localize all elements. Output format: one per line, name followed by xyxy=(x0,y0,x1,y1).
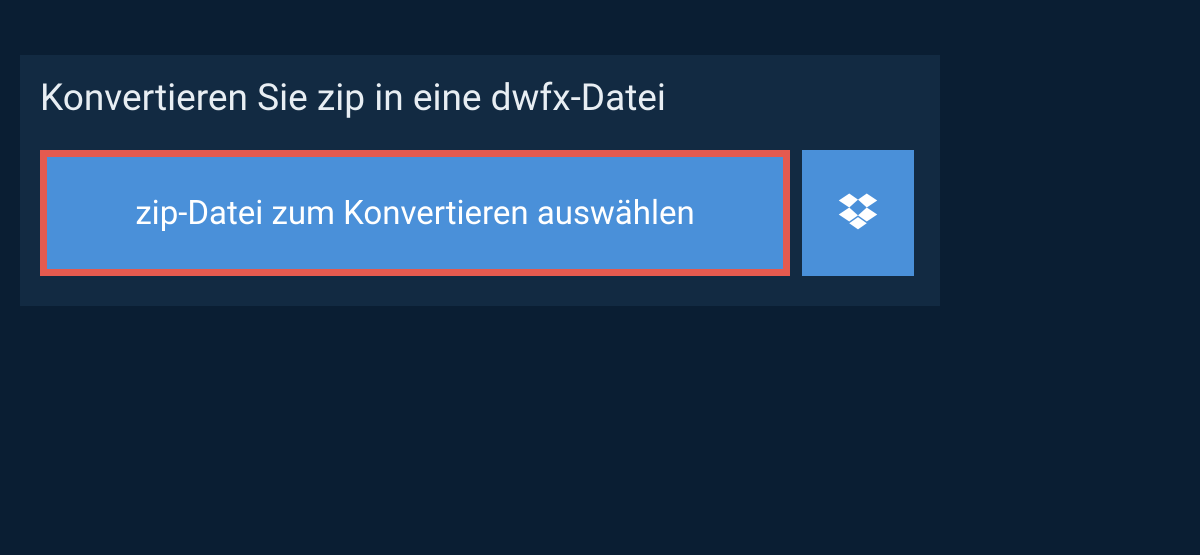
page-title: Konvertieren Sie zip in eine dwfx-Datei xyxy=(20,55,940,150)
dropbox-icon xyxy=(837,190,879,236)
button-row: zip-Datei zum Konvertieren auswählen xyxy=(20,150,940,306)
select-file-label: zip-Datei zum Konvertieren auswählen xyxy=(135,194,694,233)
converter-panel: Konvertieren Sie zip in eine dwfx-Datei … xyxy=(20,55,940,306)
select-file-button[interactable]: zip-Datei zum Konvertieren auswählen xyxy=(40,150,790,276)
dropbox-button[interactable] xyxy=(802,150,914,276)
